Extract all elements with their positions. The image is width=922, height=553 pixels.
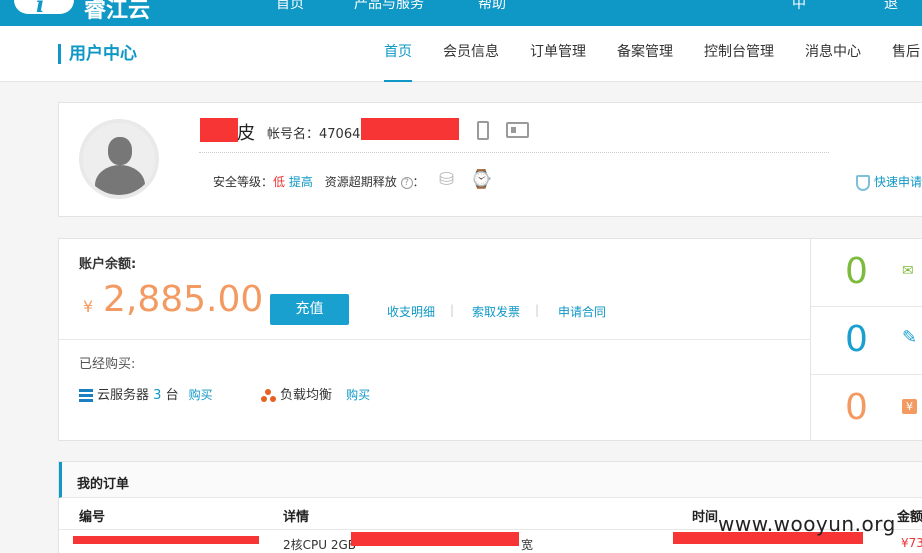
- user-name: 皮: [237, 123, 255, 144]
- load-balancer-icon: [261, 389, 276, 402]
- mail-icon: ✉: [902, 263, 914, 279]
- release-label: 资源超期释放: [324, 175, 397, 189]
- product-load-balancer: 负载均衡 购买: [261, 384, 370, 403]
- divider: [199, 152, 829, 153]
- page-title: 用户中心: [58, 44, 137, 64]
- nav-order-management[interactable]: 订单管理: [530, 26, 586, 82]
- graduation-cap-icon[interactable]: ⛁: [439, 169, 454, 190]
- top-nav-home[interactable]: 首页: [276, 0, 304, 13]
- avatar[interactable]: [79, 119, 159, 199]
- stats-panel: 0 ✉ 0 ✎ 0 ¥: [811, 238, 922, 441]
- top-bar: i 睿江云 首页 产品与服务 帮助 中 退: [0, 0, 922, 26]
- avatar-head: [108, 137, 132, 165]
- quick-apply-link[interactable]: 快速申请: [856, 173, 922, 191]
- request-invoice-link[interactable]: 索取发票: [472, 303, 520, 320]
- currency-symbol: ¥: [83, 297, 94, 316]
- expire-clock-icon[interactable]: ⌚: [470, 169, 492, 190]
- stat-value: 0: [845, 251, 868, 292]
- pencil-icon: ✎: [902, 327, 918, 348]
- request-contract-link[interactable]: 申请合同: [558, 303, 606, 320]
- stat-value: 0: [845, 387, 868, 428]
- nav-filing-management[interactable]: 备案管理: [617, 26, 673, 82]
- redacted-account: [361, 118, 459, 140]
- security-value: 低: [273, 175, 286, 189]
- redacted-name: [200, 118, 238, 142]
- main-navbar: 用户中心 首页 会员信息 订单管理 备案管理 控制台管理 消息中心 售后: [0, 26, 922, 82]
- top-nav-products[interactable]: 产品与服务: [354, 0, 424, 13]
- stat-bills[interactable]: 0 ¥: [811, 375, 922, 443]
- phone-icon[interactable]: [477, 121, 489, 140]
- top-nav-help[interactable]: 帮助: [478, 0, 506, 13]
- col-order-number: 编号: [79, 510, 106, 525]
- col-time: 时间: [692, 510, 719, 525]
- security-upgrade-link[interactable]: 提高: [289, 175, 313, 189]
- balance-card: 账户余额: ¥ 2,885.00 充值 收支明细 | 索取发票 | 申请合同 已…: [58, 238, 812, 441]
- stat-pending[interactable]: 0 ✎: [811, 307, 922, 375]
- shield-icon: [856, 174, 870, 191]
- yen-card-icon: ¥: [902, 399, 917, 414]
- transaction-details-link[interactable]: 收支明细: [387, 303, 435, 320]
- order-amount: ¥73: [901, 536, 922, 550]
- buy-load-balancer-link[interactable]: 购买: [346, 388, 370, 402]
- col-detail: 详情: [283, 510, 310, 525]
- top-nav-logout[interactable]: 退: [884, 0, 898, 13]
- logo-text[interactable]: 睿江云: [84, 0, 150, 24]
- nav-message-center[interactable]: 消息中心: [805, 26, 861, 82]
- nav-home[interactable]: 首页: [384, 26, 412, 82]
- account-name: 帐号名：47064: [267, 127, 361, 142]
- nav-member-info[interactable]: 会员信息: [443, 26, 499, 82]
- stat-messages[interactable]: 0 ✉: [811, 239, 922, 307]
- balance-label: 账户余额:: [79, 257, 137, 272]
- link-separator: |: [450, 303, 455, 317]
- server-icon: [79, 389, 93, 402]
- redacted-order-number: [73, 536, 259, 544]
- avatar-body: [95, 165, 145, 195]
- balance-amount: 2,885.00: [103, 279, 264, 320]
- link-separator: |: [535, 303, 540, 317]
- order-detail-suffix: 宽: [521, 538, 534, 552]
- product-cloud-server: 云服务器 3 台购买: [79, 384, 213, 403]
- id-card-icon[interactable]: [506, 122, 529, 138]
- profile-card: 皮 帐号名：47064 安全等级：低 提高 资源超期释放 ?： ⛁ ⌚ 快速申请: [58, 102, 922, 217]
- orders-title: 我的订单: [77, 477, 130, 492]
- divider: [59, 339, 812, 340]
- order-detail[interactable]: 2核CPU 2GB: [283, 536, 356, 553]
- recharge-button[interactable]: 充值: [270, 294, 349, 325]
- col-amount: 金额: [897, 510, 922, 525]
- nav-console-management[interactable]: 控制台管理: [704, 26, 774, 82]
- nav-after-sales[interactable]: 售后: [892, 26, 920, 82]
- orders-header: 我的订单: [59, 462, 922, 498]
- help-icon[interactable]: ?: [400, 176, 413, 189]
- redacted-order-detail: [351, 532, 519, 546]
- buy-server-link[interactable]: 购买: [189, 388, 213, 402]
- server-count[interactable]: 3: [153, 388, 161, 403]
- my-orders-panel: 我的订单 编号 详情 时间 金额 2核CPU 2GB 宽 ¥73: [58, 461, 922, 553]
- security-level: 安全等级：低 提高 资源超期释放 ?：: [213, 175, 425, 189]
- purchased-label: 已经购买:: [79, 357, 136, 372]
- top-nav-language[interactable]: 中: [792, 0, 806, 13]
- watermark: www.wooyun.org: [718, 512, 896, 536]
- nav-links: 首页 会员信息 订单管理 备案管理 控制台管理 消息中心 售后: [384, 26, 922, 82]
- logo[interactable]: i: [14, 0, 74, 18]
- stat-value: 0: [845, 319, 868, 360]
